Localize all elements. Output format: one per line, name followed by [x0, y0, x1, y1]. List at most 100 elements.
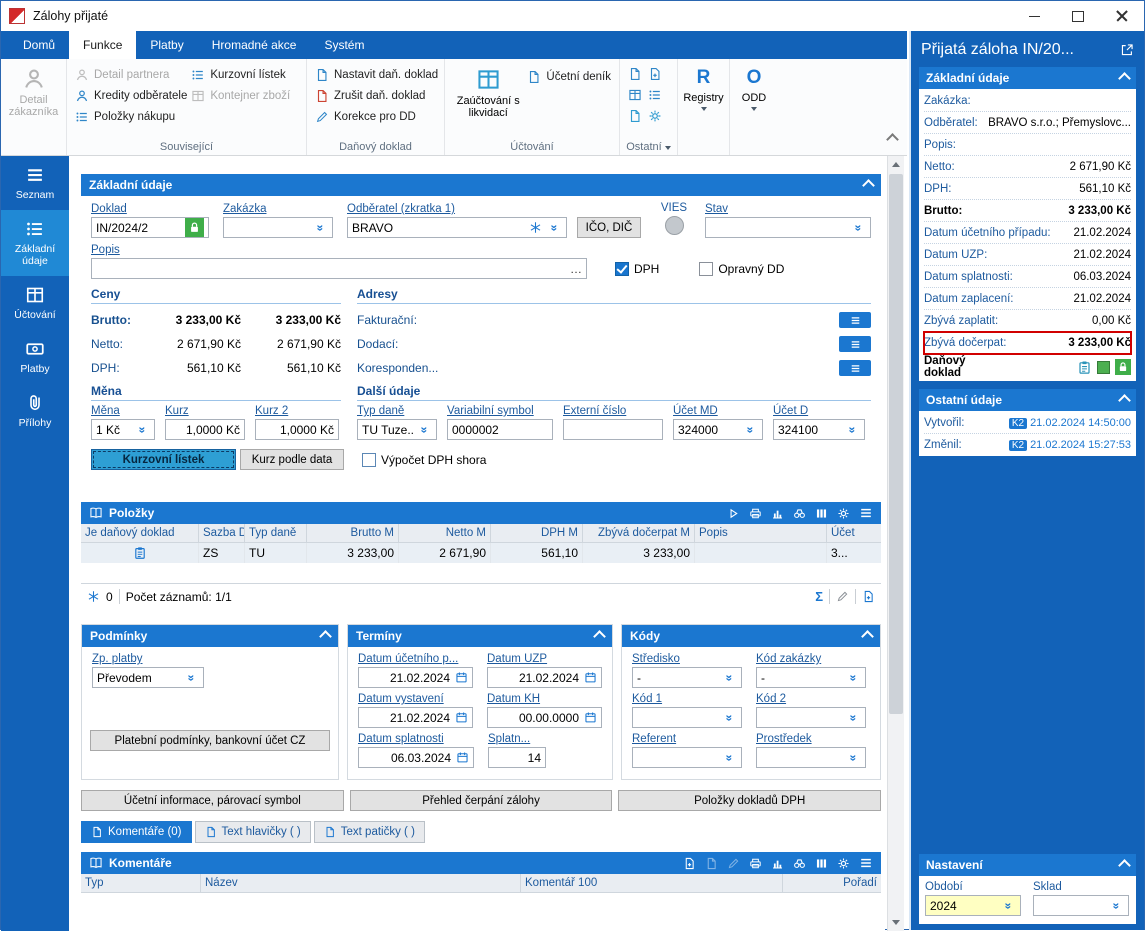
dropdown-button[interactable]: » [721, 669, 737, 686]
chart-icon[interactable] [771, 857, 784, 870]
gear-icon[interactable] [837, 507, 850, 520]
scroll-up-button[interactable] [888, 156, 904, 173]
maximize-button[interactable] [1056, 1, 1100, 31]
zakazka-input[interactable]: » [223, 217, 333, 238]
dropdown-button[interactable]: » [850, 219, 866, 236]
ribbon-collapse-button[interactable] [886, 133, 899, 147]
dropdown-button[interactable]: » [742, 421, 758, 438]
column-header[interactable]: Sazba D [199, 524, 245, 542]
tab-text-paticky[interactable]: Text patičky ( ) [313, 821, 425, 843]
kredity-odberatele-item[interactable]: Kredity odběratele [73, 85, 189, 106]
search-icon[interactable] [793, 857, 806, 870]
address-edit-button[interactable] [839, 336, 871, 352]
edit-icon[interactable] [836, 590, 849, 603]
freeze-icon[interactable] [87, 590, 100, 603]
dropdown-button[interactable]: » [546, 219, 562, 236]
stav-label[interactable]: Stav [705, 203, 871, 215]
print-icon[interactable] [749, 507, 762, 520]
sidebar-item-zakladni-udaje[interactable]: Základní údaje [1, 210, 69, 276]
platebni-podminky-button[interactable]: Platební podmínky, bankovní účet CZ [90, 730, 330, 751]
calendar-icon[interactable] [584, 711, 597, 724]
misc-icon-2[interactable] [648, 67, 662, 81]
misc-icon-6[interactable] [648, 109, 662, 123]
zauctovani-s-likvidaci-button[interactable]: Zaúčtování s likvidací [451, 64, 525, 119]
sidebar-item-seznam[interactable]: Seznam [1, 156, 69, 210]
datum-splatnosti-label[interactable]: Datum splatnosti [358, 733, 474, 745]
column-header[interactable]: Brutto M [307, 524, 399, 542]
sklad-input[interactable]: » [1033, 895, 1129, 916]
korekce-pro-dd-item[interactable]: Korekce pro DD [313, 106, 438, 127]
sidebar-item-platby[interactable]: Platby [1, 330, 69, 384]
mena-label[interactable]: Měna [91, 405, 155, 417]
ribbon-tab-funkce[interactable]: Funkce [69, 31, 137, 59]
mena-input[interactable]: 1 Kč» [91, 419, 155, 440]
doklad-input[interactable]: IN/2024/2 [91, 217, 209, 238]
prostredek-label[interactable]: Prostředek [756, 733, 866, 745]
externi-cislo-label[interactable]: Externí číslo [563, 405, 663, 417]
ribbon-tab-domu[interactable]: Domů [9, 31, 69, 59]
ellipsis-icon[interactable]: … [570, 262, 582, 276]
collapse-chevron-icon[interactable] [1118, 858, 1131, 872]
grid-menu-icon[interactable] [859, 856, 873, 870]
doklad-label[interactable]: Doklad [91, 203, 209, 215]
kurz2-label[interactable]: Kurz 2 [255, 405, 339, 417]
referent-input[interactable]: » [632, 747, 742, 768]
stav-input[interactable]: » [705, 217, 871, 238]
prehled-cerpani-button[interactable]: Přehled čerpání zálohy [349, 790, 613, 811]
ucetni-denik-item[interactable]: Účetní deník [525, 66, 613, 87]
ucet-d-input[interactable]: 324100» [773, 419, 865, 440]
odd-button[interactable]: O ODD [736, 64, 772, 111]
search-icon[interactable] [793, 507, 806, 520]
variabilni-symbol-input[interactable]: 0000002 [447, 419, 553, 440]
dropdown-button[interactable]: » [134, 421, 150, 438]
typ-dane-label[interactable]: Typ daně [357, 405, 437, 417]
datum-ucetniho-label[interactable]: Datum účetního p... [358, 653, 473, 665]
column-header[interactable]: Účet [827, 524, 881, 542]
datum-uzp-label[interactable]: Datum UZP [487, 653, 602, 665]
kurzovni-listek-item[interactable]: Kurzovní lístek [189, 64, 300, 85]
misc-icon-4[interactable] [648, 88, 662, 102]
popis-label[interactable]: Popis [91, 244, 587, 256]
calendar-icon[interactable] [455, 671, 468, 684]
add-row-icon[interactable] [862, 590, 875, 603]
sidebar-item-uctovani[interactable]: Účtování [1, 276, 69, 330]
ico-dic-button[interactable]: IČO, DIČ [577, 217, 641, 238]
kurz-label[interactable]: Kurz [165, 405, 245, 417]
calendar-icon[interactable] [456, 751, 469, 764]
relations-icon[interactable] [529, 221, 542, 234]
datum-ucetniho-input[interactable]: 21.02.2024 [358, 667, 473, 688]
kod1-label[interactable]: Kód 1 [632, 693, 742, 705]
new-comment-icon[interactable] [683, 857, 696, 870]
column-header[interactable]: Komentář 100 [521, 874, 783, 892]
ucet-md-input[interactable]: 324000» [673, 419, 763, 440]
dropdown-button[interactable]: » [845, 709, 861, 726]
kurzovni-listek-button[interactable]: Kurzovní lístek [91, 449, 236, 470]
play-icon[interactable] [727, 507, 740, 520]
calendar-icon[interactable] [455, 711, 468, 724]
kurz-input[interactable]: 1,0000 Kč [165, 419, 245, 440]
collapse-chevron-icon[interactable] [862, 178, 875, 192]
collapse-chevron-icon[interactable] [319, 629, 332, 643]
ribbon-tab-hromadne-akce[interactable]: Hromadné akce [198, 31, 311, 59]
externi-cislo-input[interactable] [563, 419, 663, 440]
dropdown-button[interactable]: » [845, 669, 861, 686]
referent-label[interactable]: Referent [632, 733, 742, 745]
misc-icon-3[interactable] [628, 88, 642, 102]
zp-platby-label[interactable]: Zp. platby [92, 653, 328, 665]
datum-splatnosti-input[interactable]: 06.03.2024 [358, 747, 474, 768]
splatnost-input[interactable]: 14 [488, 747, 546, 768]
variabilni-symbol-label[interactable]: Variabilní symbol [447, 405, 553, 417]
gear-icon[interactable] [837, 857, 850, 870]
prostredek-input[interactable]: » [756, 747, 866, 768]
collapse-chevron-icon[interactable] [1118, 71, 1131, 85]
dropdown-button[interactable]: » [844, 421, 860, 438]
dropdown-button[interactable]: » [183, 669, 199, 686]
minimize-button[interactable] [1012, 1, 1056, 31]
ribbon-tab-system[interactable]: Systém [310, 31, 378, 59]
vypocet-dph-shora-checkbox[interactable]: Výpočet DPH shora [362, 452, 486, 467]
tab-komentare[interactable]: Komentáře (0) [81, 821, 192, 843]
kod-zakazky-input[interactable]: -» [756, 667, 866, 688]
polozky-table-row[interactable]: ZS TU 3 233,00 2 671,90 561,10 3 233,00 … [81, 543, 881, 563]
dph-checkbox[interactable]: DPH [615, 262, 659, 276]
dropdown-button[interactable]: » [721, 749, 737, 766]
